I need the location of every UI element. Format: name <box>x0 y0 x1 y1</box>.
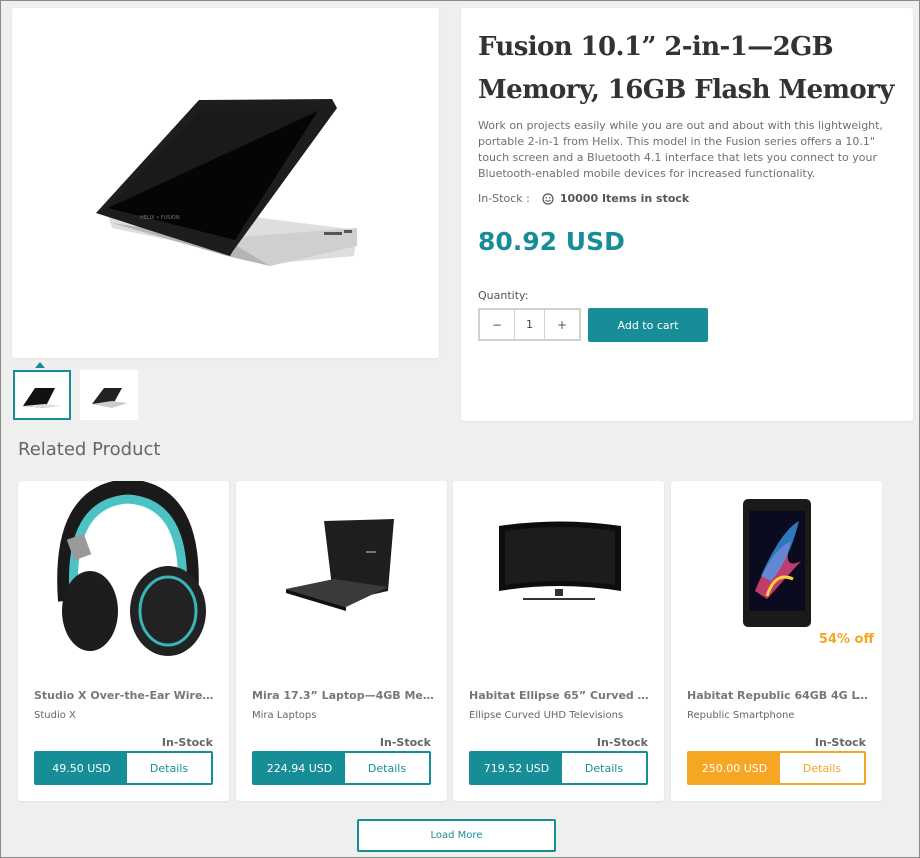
smile-icon <box>542 192 554 205</box>
product-name[interactable]: Habitat Ellipse 65” Curved UHD TV <box>469 689 651 702</box>
thumbnail-2[interactable] <box>80 370 138 420</box>
stock-status: In-Stock <box>161 736 213 749</box>
product-title: Fusion 10.1” 2-in-1—2GB Memory, 16GB Fla… <box>478 32 894 105</box>
price-details-group: 719.52 USD Details <box>469 751 648 785</box>
product-price: 80.92 USD <box>478 227 625 256</box>
headphones-image <box>57 481 206 656</box>
related-product-card[interactable]: 54% off Habitat Republic 64GB 4G LTE Rep… <box>671 481 882 801</box>
related-product-card[interactable]: Studio X Over-the-Ear Wired Headphones S… <box>18 481 229 801</box>
related-product-card[interactable]: Habitat Ellipse 65” Curved UHD TV Ellips… <box>453 481 664 801</box>
laptop-brand-text: HELIX • FUSION <box>140 215 180 221</box>
product-info-panel: Fusion 10.1” 2-in-1—2GB Memory, 16GB Fla… <box>461 8 913 421</box>
stock-count: 10000 Items in stock <box>559 192 690 205</box>
stock-status: In-Stock <box>379 736 431 749</box>
quantity-decrease-button[interactable]: − <box>480 310 514 339</box>
price-button[interactable]: 224.94 USD <box>254 753 345 783</box>
product-name[interactable]: Mira 17.3” Laptop—4GB Memory <box>252 689 434 702</box>
related-product-card[interactable]: Mira 17.3” Laptop—4GB Memory Mira Laptop… <box>236 481 447 801</box>
curved-tv-image <box>499 521 621 600</box>
main-product-image-panel: HELIX • FUSION <box>12 8 439 358</box>
product-name[interactable]: Studio X Over-the-Ear Wired Headphones <box>34 689 216 702</box>
price-button[interactable]: 719.52 USD <box>471 753 562 783</box>
quantity-increase-button[interactable]: + <box>545 310 579 339</box>
related-product-heading: Related Product <box>18 439 161 460</box>
price-details-group: 224.94 USD Details <box>252 751 431 785</box>
quantity-label: Quantity: <box>478 289 529 302</box>
details-button[interactable]: Details <box>780 753 864 783</box>
product-brand: Studio X <box>34 710 76 721</box>
stock-status: In-Stock <box>596 736 648 749</box>
stock-label: In-Stock : <box>478 192 530 205</box>
product-name[interactable]: Habitat Republic 64GB 4G LTE <box>687 689 869 702</box>
quantity-stepper: − 1 + <box>478 308 581 341</box>
details-button[interactable]: Details <box>127 753 211 783</box>
discount-badge: 54% off <box>818 632 874 647</box>
add-to-cart-button[interactable]: Add to cart <box>588 308 708 342</box>
details-button[interactable]: Details <box>345 753 429 783</box>
fusion-laptop-image: HELIX • FUSION <box>96 99 357 266</box>
thumbnail-pointer <box>35 362 45 368</box>
product-brand: Ellipse Curved UHD Televisions <box>469 710 624 721</box>
product-description: Work on projects easily while you are ou… <box>478 119 883 180</box>
laptop-image <box>286 519 394 611</box>
product-brand: Republic Smartphone <box>687 710 795 721</box>
details-button[interactable]: Details <box>562 753 646 783</box>
stock-row: In-Stock : 10000 Items in stock <box>478 192 689 205</box>
quantity-input[interactable]: 1 <box>514 310 545 339</box>
product-brand: Mira Laptops <box>252 710 317 721</box>
price-details-group: 49.50 USD Details <box>34 751 213 785</box>
price-details-group: 250.00 USD Details <box>687 751 866 785</box>
price-button[interactable]: 49.50 USD <box>36 753 127 783</box>
stock-status: In-Stock <box>814 736 866 749</box>
price-button[interactable]: 250.00 USD <box>689 753 780 783</box>
thumbnail-1[interactable] <box>13 370 71 420</box>
load-more-button[interactable]: Load More <box>357 819 556 852</box>
